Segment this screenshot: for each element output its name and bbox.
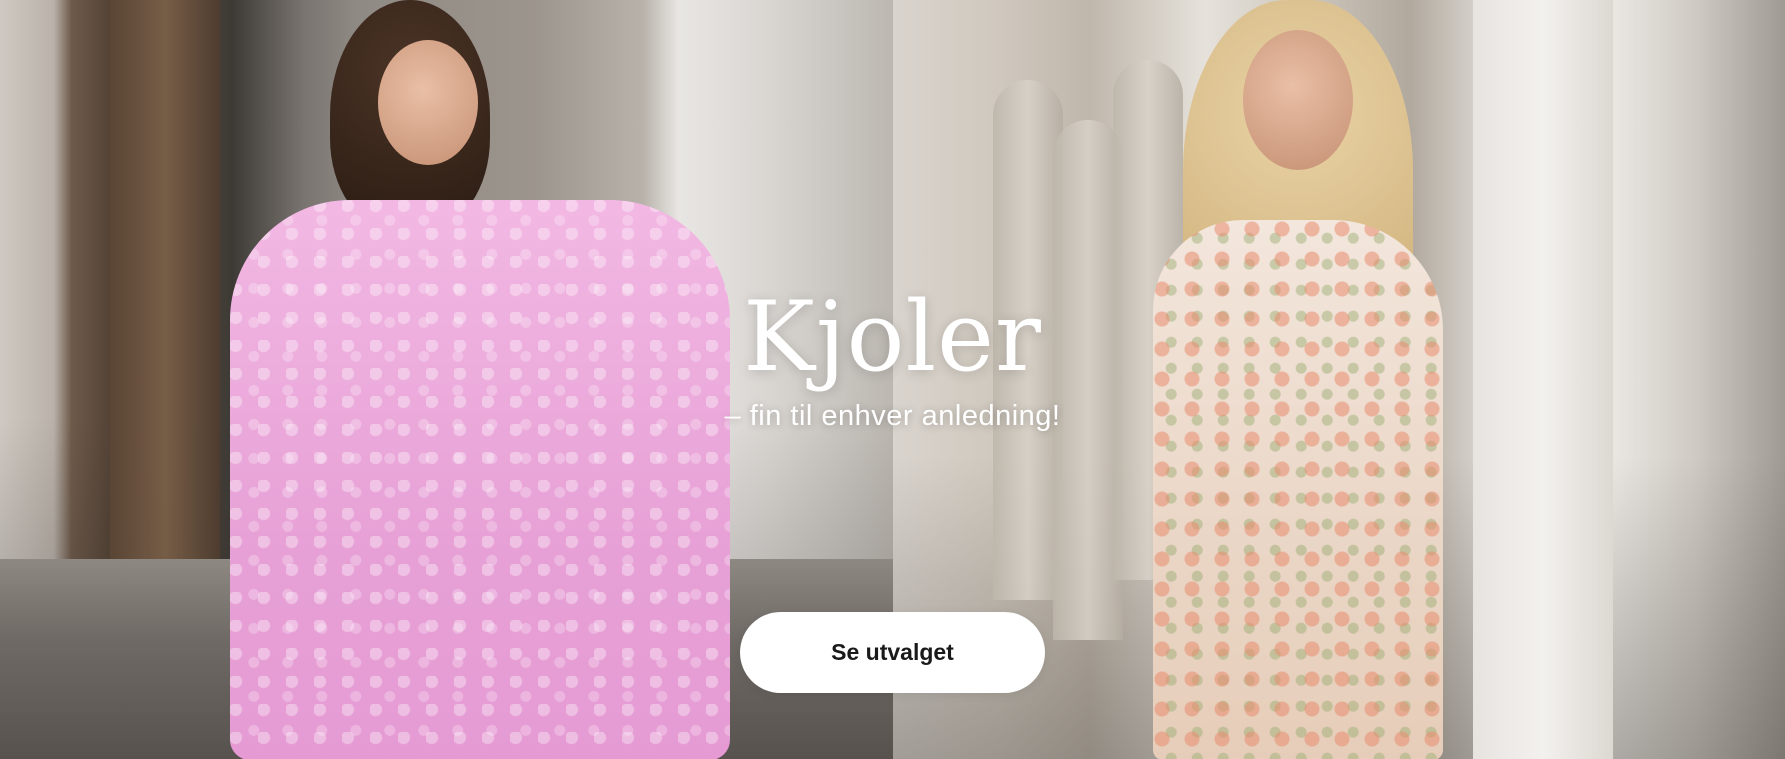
model-figure-left bbox=[230, 0, 750, 759]
background-door bbox=[110, 0, 220, 560]
pink-lace-dress bbox=[230, 200, 730, 759]
hero-banner: Kjoler – fin til enhver anledning! Se ut… bbox=[0, 0, 1785, 759]
model-face bbox=[1243, 30, 1353, 170]
see-selection-button[interactable]: Se utvalget bbox=[740, 612, 1045, 693]
floral-lace-dress bbox=[1153, 220, 1443, 759]
model-figure-right bbox=[1133, 0, 1463, 759]
background-pillar bbox=[1473, 0, 1613, 759]
model-face bbox=[378, 40, 478, 165]
